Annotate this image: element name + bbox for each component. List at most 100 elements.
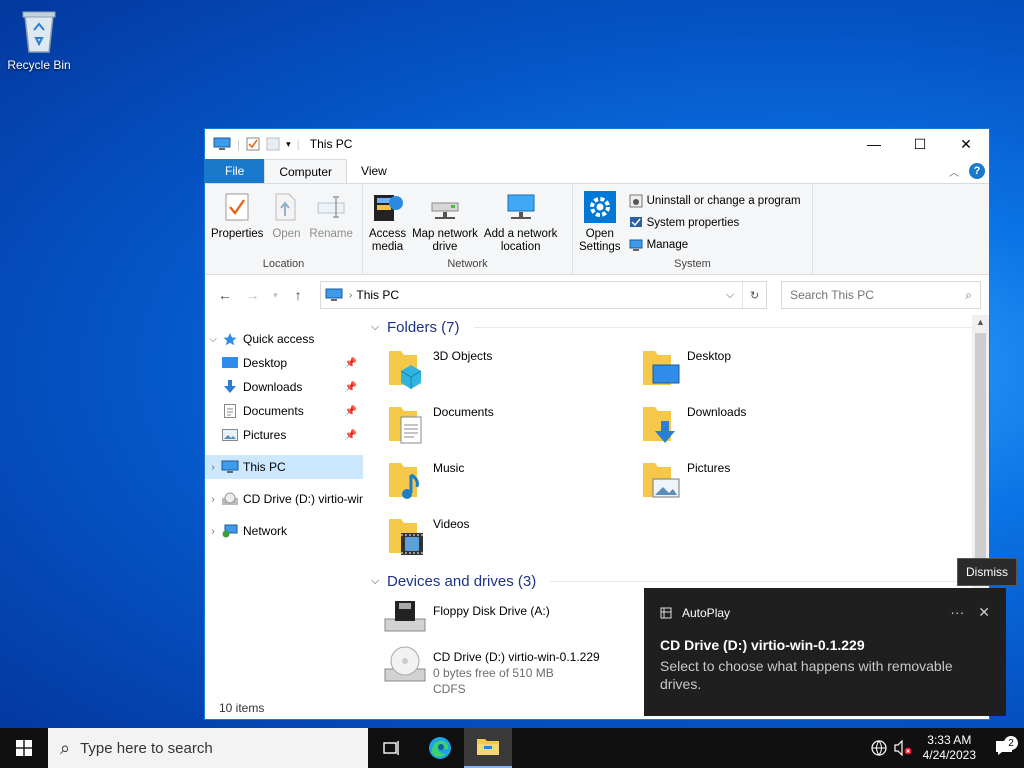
search-icon: ⌕ [965, 287, 972, 302]
properties-icon [225, 193, 249, 221]
help-icon[interactable]: ? [969, 163, 985, 179]
pictures-folder-icon [643, 463, 680, 498]
tab-view[interactable]: View [347, 159, 401, 183]
map-network-drive-icon [431, 202, 459, 219]
action-center-button[interactable]: 2 [984, 736, 1024, 756]
chevron-right-icon[interactable]: › [205, 494, 221, 505]
notification-app-name: AutoPlay [682, 605, 731, 620]
open-settings-button[interactable]: Open Settings [577, 190, 623, 258]
access-media-button[interactable]: Access media [367, 190, 408, 258]
documents-folder-icon [389, 407, 422, 444]
task-view-button[interactable] [368, 728, 416, 768]
edge-taskbar-button[interactable] [416, 728, 464, 768]
chevron-right-icon[interactable]: › [349, 290, 352, 301]
autoplay-notification[interactable]: AutoPlay ··· ✕ CD Drive (D:) virtio-win-… [644, 588, 1006, 716]
folder-item[interactable]: Desktop [625, 339, 879, 395]
tab-file[interactable]: File [205, 159, 265, 183]
minimize-button[interactable]: — [851, 129, 897, 159]
chevron-right-icon[interactable]: › [205, 462, 221, 473]
nav-downloads[interactable]: Downloads 📌 [205, 375, 363, 399]
folder-item[interactable]: Music [371, 451, 625, 507]
chevron-right-icon[interactable]: › [205, 526, 221, 537]
properties-qa-icon[interactable] [246, 137, 260, 151]
chevron-down-icon[interactable]: ⌵ [371, 321, 387, 334]
uninstall-program-button[interactable]: Uninstall or change a program [629, 192, 801, 209]
start-button[interactable] [0, 728, 48, 768]
maximize-button[interactable]: ☐ [897, 129, 943, 159]
forward-button[interactable]: → [241, 287, 265, 303]
map-network-drive-button[interactable]: Map network drive [410, 190, 480, 258]
up-button[interactable]: ↑ [286, 287, 310, 303]
scrollbar-thumb[interactable] [975, 333, 986, 563]
address-bar[interactable]: › This PC ⌵ ↻ [320, 281, 768, 309]
windows-logo-icon [16, 740, 32, 756]
clock[interactable]: 3:33 AM 4/24/2023 [915, 733, 984, 763]
back-button[interactable]: ← [213, 287, 237, 303]
more-options-icon[interactable]: ··· [950, 604, 964, 621]
dismiss-icon[interactable]: ✕ [978, 604, 990, 621]
this-pc-icon [325, 288, 343, 301]
nav-cd-drive[interactable]: › CD Drive (D:) virtio-win-0.1.229 [205, 487, 363, 511]
close-button[interactable]: ✕ [943, 129, 989, 159]
file-explorer-taskbar-button[interactable] [464, 728, 512, 768]
properties-button[interactable]: Properties [209, 190, 265, 258]
cd-drive-icon [384, 646, 426, 682]
nav-documents[interactable]: Documents 📌 [205, 399, 363, 423]
recycle-bin-desktop-icon[interactable]: Recycle Bin [6, 8, 72, 72]
nav-network[interactable]: › Network [205, 519, 363, 543]
volume-icon[interactable] [891, 740, 915, 756]
task-view-icon [383, 741, 399, 755]
clock-time: 3:33 AM [927, 733, 972, 747]
folder-item[interactable]: 3D Objects [371, 339, 625, 395]
settings-gear-icon [583, 191, 616, 223]
ribbon-group-location: Properties Open Rename Location [205, 184, 363, 274]
desktop-folder-icon [643, 351, 680, 385]
open-icon [275, 193, 296, 221]
notification-count-badge: 2 [1004, 736, 1018, 750]
nav-this-pc[interactable]: › This PC [205, 455, 363, 479]
nav-desktop[interactable]: Desktop 📌 [205, 351, 363, 375]
access-media-icon [373, 195, 403, 221]
system-properties-button[interactable]: System properties [629, 214, 801, 231]
open-button[interactable]: Open [267, 190, 305, 258]
collapse-ribbon-icon[interactable]: ︿ [949, 164, 959, 179]
desktop-icon [222, 357, 238, 368]
folder-item[interactable]: Videos [371, 507, 625, 563]
recycle-bin-label: Recycle Bin [7, 58, 71, 72]
rename-button[interactable]: Rename [307, 190, 354, 258]
this-pc-icon [221, 460, 239, 473]
folder-item[interactable]: Downloads [625, 395, 879, 451]
customize-qa-dropdown-icon[interactable]: ▾ [286, 139, 291, 150]
nav-quick-access[interactable]: ⌵ Quick access [205, 327, 363, 351]
tab-computer[interactable]: Computer [264, 159, 348, 183]
add-network-location-button[interactable]: Add a network location [482, 190, 560, 258]
taskbar-search-box[interactable]: ⌕ Type here to search [48, 728, 368, 768]
address-path[interactable]: This PC [356, 288, 399, 302]
address-dropdown-icon[interactable]: ⌵ [718, 282, 742, 308]
cd-drive-free-space: 0 bytes free of 510 MB [433, 666, 554, 680]
3d-objects-folder-icon [389, 351, 422, 389]
new-folder-qa-icon[interactable] [266, 137, 280, 151]
folder-item[interactable]: Pictures [625, 451, 879, 507]
chevron-down-icon[interactable]: ⌵ [371, 575, 387, 588]
scroll-up-icon[interactable]: ▲ [972, 317, 989, 327]
group-label-location: Location [262, 258, 305, 270]
folders-group-header[interactable]: ⌵ Folders (7) [371, 315, 989, 339]
pin-icon: 📌 [344, 357, 357, 369]
nav-pictures[interactable]: Pictures 📌 [205, 423, 363, 447]
search-input[interactable] [790, 288, 966, 302]
recent-locations-dropdown[interactable]: ▾ [268, 290, 282, 301]
ribbon-group-system: Open Settings Uninstall or change a prog… [573, 184, 813, 274]
system-properties-icon [629, 216, 642, 227]
file-explorer-icon [477, 739, 499, 755]
downloads-folder-icon [643, 407, 675, 443]
rename-icon [317, 196, 345, 218]
folder-item[interactable]: Documents [371, 395, 625, 451]
manage-button[interactable]: Manage [629, 236, 801, 253]
cd-drive-filesystem: CDFS [433, 682, 466, 696]
manage-icon [629, 239, 643, 251]
network-status-icon[interactable] [867, 740, 891, 756]
refresh-button[interactable]: ↻ [742, 282, 766, 308]
chevron-down-icon[interactable]: ⌵ [205, 334, 221, 345]
search-box[interactable]: ⌕ [781, 281, 981, 309]
